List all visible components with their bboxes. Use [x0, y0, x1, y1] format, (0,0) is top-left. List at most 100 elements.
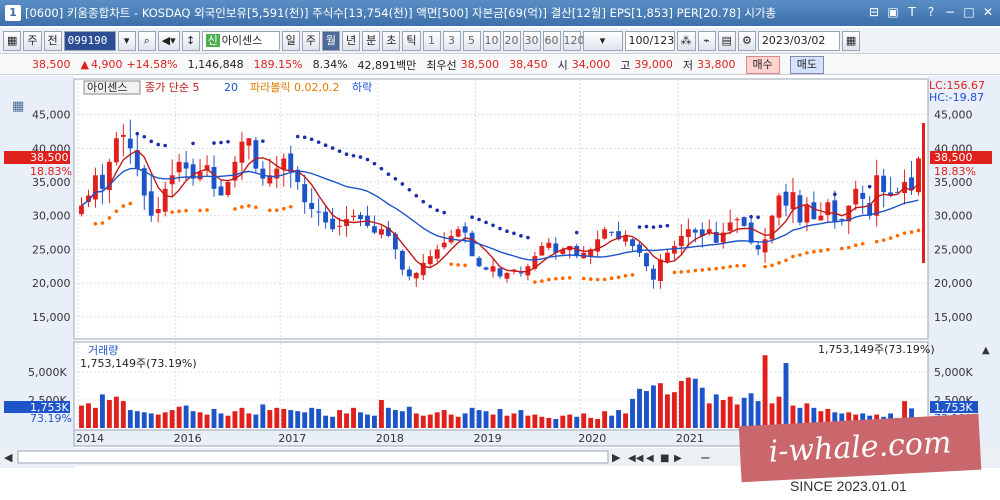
stock-code-input[interactable]: 099190: [63, 30, 116, 51]
stock-name-field[interactable]: 신 아이센스: [201, 30, 280, 51]
interval-3[interactable]: 3: [442, 30, 461, 51]
volume-bar: [671, 392, 677, 428]
volume-bar: [211, 408, 217, 428]
volume-bar: [267, 410, 273, 428]
period-second[interactable]: 초: [382, 30, 401, 51]
ask-price: 38,500: [460, 58, 500, 71]
sar-dot: [100, 221, 105, 225]
candle-body: [755, 245, 761, 250]
forward-icon[interactable]: ▶: [674, 453, 682, 464]
volume-collapse-icon[interactable]: ▲: [982, 345, 990, 356]
interval-60[interactable]: 60: [542, 30, 561, 51]
interval-120[interactable]: 120: [562, 30, 585, 51]
candle-body: [692, 229, 698, 233]
minimize-icon[interactable]: −: [942, 3, 958, 21]
interval-20[interactable]: 20: [502, 30, 521, 51]
candle-body: [337, 225, 343, 227]
period-day[interactable]: 일: [281, 30, 300, 51]
interval-dropdown[interactable]: ▾: [582, 30, 623, 51]
date-input[interactable]: 2023/03/02: [757, 30, 840, 51]
volume-bar: [678, 380, 684, 428]
interval-10[interactable]: 10: [482, 30, 501, 51]
help-icon[interactable]: ?: [923, 3, 939, 21]
period-tick[interactable]: 틱: [402, 30, 421, 51]
sar-dot: [665, 223, 670, 228]
sar-dot: [449, 262, 453, 266]
sar-dot: [770, 263, 774, 268]
draw-icon[interactable]: ⌁: [697, 30, 716, 51]
quote-bar: 38,500 ▲ 4,900 +14.58% 1,146,848 189.15%…: [0, 55, 1000, 75]
code-dropdown-icon[interactable]: ▾: [117, 30, 136, 51]
zoom-out-icon[interactable]: −: [700, 451, 711, 466]
legend-ma5: 종가 단순 5: [145, 81, 199, 94]
volume-bar: [309, 407, 315, 428]
volume-bar: [588, 417, 594, 428]
sar-dot: [512, 231, 516, 236]
sar-dot: [400, 182, 405, 186]
grid-icon[interactable]: ▦: [3, 30, 22, 51]
stock-chart[interactable]: 45,000 45,00040,000 40,00035,000 35,00030,0…: [0, 76, 1000, 468]
pct-tag-right: 18.83%: [934, 165, 976, 178]
type-select[interactable]: 주: [23, 30, 42, 51]
turnover-rate: 8.34%: [312, 58, 348, 71]
volume-bar: [560, 415, 566, 428]
volume-bar: [713, 394, 719, 428]
period-week[interactable]: 주: [301, 30, 320, 51]
search-icon[interactable]: ⌕: [137, 30, 156, 51]
indicator-icon[interactable]: ⁂: [676, 30, 696, 51]
legend-signal: 하락: [352, 80, 372, 94]
arrow-icon[interactable]: ↕: [181, 30, 200, 51]
period-year[interactable]: 년: [342, 30, 361, 51]
candle-body: [811, 202, 817, 220]
watermark-logo: i-whale.com: [738, 413, 982, 483]
candle-body: [79, 205, 84, 215]
candle-body: [651, 268, 656, 280]
stop-icon[interactable]: ■: [660, 453, 669, 464]
volume-bar: [204, 414, 210, 428]
text-icon[interactable]: T: [904, 3, 920, 21]
sar-dot: [428, 204, 433, 209]
volume-bar: [518, 410, 524, 428]
low-price: 33,800: [697, 58, 736, 71]
sar-dot: [323, 143, 328, 148]
close-icon[interactable]: ✕: [980, 3, 996, 21]
candle-count-input[interactable]: 100/123: [624, 30, 675, 51]
interval-5[interactable]: 5: [462, 30, 481, 51]
candle-body: [469, 232, 475, 257]
sar-dot: [456, 263, 460, 267]
period-month[interactable]: 월: [321, 30, 341, 51]
panel-grid-icon[interactable]: ▦: [12, 99, 24, 114]
interval-1[interactable]: 1: [422, 30, 441, 51]
volume-bar: [365, 414, 370, 428]
link-icon[interactable]: ⊟: [866, 3, 882, 21]
rewind-icon[interactable]: ◀◀: [628, 453, 644, 464]
market-select[interactable]: 전: [43, 30, 62, 51]
volume-bar: [490, 414, 496, 428]
sound-icon[interactable]: ◀▾: [157, 30, 180, 51]
window-buttons: ⊟ ▣ T ? − □ ✕: [866, 3, 996, 21]
scroll-left-icon[interactable]: ◀: [4, 451, 13, 464]
sar-dot: [672, 270, 677, 275]
back-icon[interactable]: ◀: [646, 453, 654, 464]
volume-bar: [762, 355, 768, 428]
period-minute[interactable]: 분: [362, 30, 381, 51]
disk-icon[interactable]: ▤: [717, 30, 736, 51]
scroll-right-icon[interactable]: ▶: [612, 451, 621, 464]
sar-dot: [826, 247, 830, 252]
calendar-icon[interactable]: ▦: [841, 30, 861, 51]
interval-30[interactable]: 30: [522, 30, 541, 51]
settings-icon[interactable]: ⚙: [737, 30, 756, 51]
buy-button[interactable]: 매수: [745, 55, 780, 74]
chart-toolbar: ▦ 주 전 099190 ▾ ⌕ ◀▾ ↕ 신 아이센스 일 주 월 년 분 초 …: [0, 28, 1000, 54]
save-icon[interactable]: ▣: [885, 3, 901, 21]
candle-body: [92, 175, 98, 200]
candle-body: [169, 175, 175, 185]
low-label: 저: [682, 58, 694, 72]
volume-bar: [574, 416, 580, 428]
candle-body: [734, 219, 740, 221]
sell-button[interactable]: 매도: [789, 55, 825, 74]
maximize-icon[interactable]: □: [961, 3, 977, 21]
chart-scroll-marker[interactable]: [922, 123, 925, 263]
scroll-thumb[interactable]: [17, 450, 609, 464]
sar-dot: [679, 270, 684, 274]
